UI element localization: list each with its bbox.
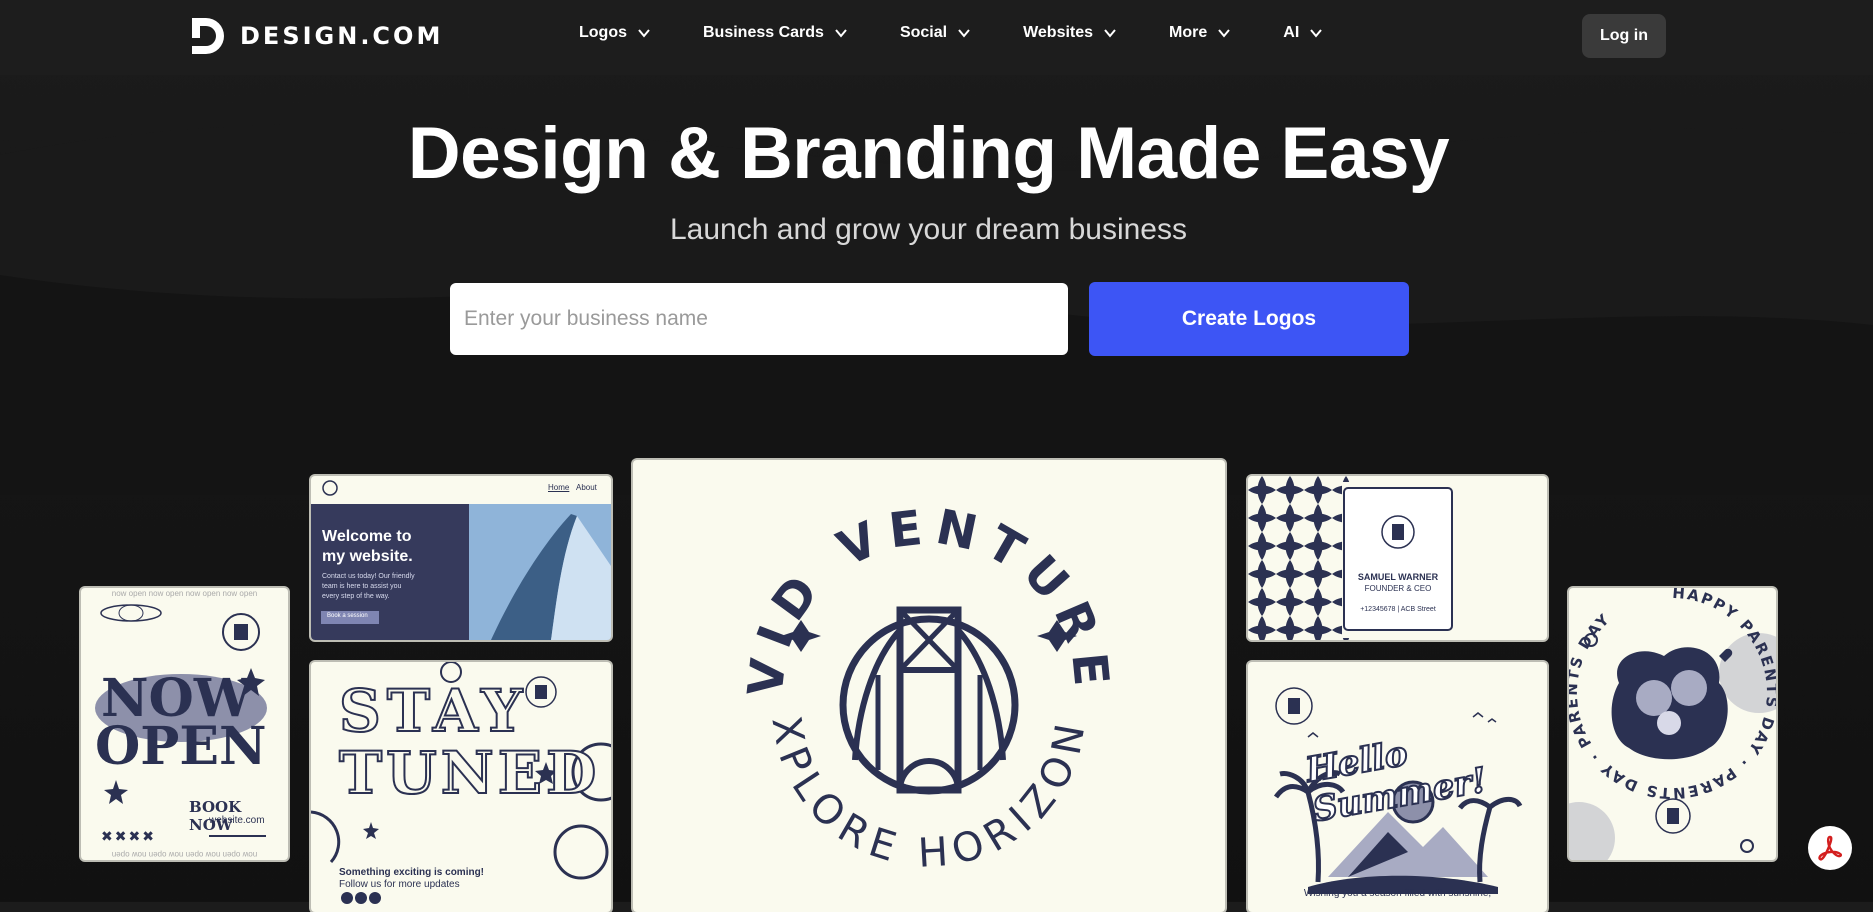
nav-item-social[interactable]: Social (900, 24, 971, 42)
nav-item-label: More (1169, 24, 1208, 41)
brand-logo[interactable]: DESIGN.COM (190, 14, 443, 58)
stay-tuned-line-1: Something exciting is coming! (339, 867, 485, 878)
chevron-down-icon (1218, 29, 1231, 38)
nav-item-ai[interactable]: AI (1283, 24, 1323, 42)
nav-item-business-cards[interactable]: Business Cards (703, 24, 848, 42)
parents-day-artwork: HAPPY PARENTS DAY · PARENTS DAY · PARENT… (1569, 588, 1776, 860)
now-open-headline-2: OPEN (95, 716, 267, 777)
border-text-bottom: now open now open now open now open (111, 850, 258, 859)
chevron-down-icon (835, 29, 847, 38)
tuned-word: TUNED (338, 739, 601, 807)
hero-subtitle: Launch and grow your dream business (670, 213, 1187, 246)
chevron-down-icon (1104, 29, 1116, 38)
main-menu: Logos Business Cards Social Websites Mor… (579, 24, 1323, 42)
website-nav-home: Home (548, 483, 570, 492)
nav-item-label: Business Cards (703, 24, 824, 41)
website-body-2: team is here to assist you (322, 583, 402, 590)
create-logos-button[interactable]: Create Logos (1089, 282, 1409, 356)
website-cta: Book a session (327, 613, 368, 619)
template-card-now-open[interactable]: now open now open now open now open now … (81, 588, 288, 860)
chevron-down-icon (638, 29, 650, 38)
template-card-stay-tuned[interactable]: STAY TUNED Something exciting is coming!… (311, 662, 611, 912)
hello-summer-footer: Wishing you a season filled with sunshin… (1303, 888, 1492, 899)
top-navigation-bar: DESIGN.COM Logos Business Cards Social W… (0, 0, 1873, 75)
website-body-3: every step of the way. (322, 593, 390, 600)
chevron-down-icon (1310, 29, 1323, 38)
website-text: website.com (209, 815, 265, 826)
template-card-parents-day[interactable]: HAPPY PARENTS DAY · PARENTS DAY · PARENT… (1569, 588, 1776, 860)
card-contact: +12345678 | ACB Street (1360, 606, 1436, 613)
avid-ventures-logo: AVID VENTURES EXPLORE HORIZONS (633, 460, 1110, 877)
template-card-website[interactable]: Home About Welcome to my website. Contac… (311, 476, 611, 640)
nav-item-label: AI (1283, 24, 1300, 41)
card-role: FOUNDER & CEO (1364, 584, 1432, 593)
template-card-business-card[interactable]: SAMUEL WARNER FOUNDER & CEO +12345678 | … (1248, 476, 1547, 640)
brand-name: DESIGN.COM (240, 22, 444, 50)
nav-item-label: Social (899, 24, 948, 41)
website-nav-about: About (576, 483, 597, 492)
hero-title: Design & Branding Made Easy (407, 113, 1450, 194)
login-button[interactable]: Log in (1582, 14, 1666, 58)
nav-item-websites[interactable]: Websites (1023, 24, 1117, 42)
chevron-down-icon (958, 29, 970, 38)
design-logo-icon (192, 18, 224, 54)
template-card-avid-ventures[interactable]: AVID VENTURES EXPLORE HORIZONS (633, 460, 1225, 912)
nav-item-logos[interactable]: Logos (579, 24, 651, 42)
website-heading-1: Welcome to (322, 528, 412, 545)
stay-tuned-line-2: Follow us for more updates (339, 879, 460, 890)
nav-item-more[interactable]: More (1169, 24, 1231, 42)
website-body-1: Contact us today! Our friendly (322, 573, 415, 580)
border-text: now open now open now open now open (111, 589, 258, 598)
card-name: SAMUEL WARNER (1357, 572, 1439, 582)
website-heading-2: my website. (322, 548, 413, 565)
nav-item-label: Logos (579, 24, 627, 41)
pdf-icon (1818, 835, 1843, 861)
nav-item-label: Websites (1023, 24, 1094, 41)
pdf-button[interactable] (1808, 826, 1852, 870)
template-card-hello-summer[interactable]: Hello Summer! Wishing you a season fille… (1248, 662, 1547, 912)
business-name-input[interactable] (450, 283, 1068, 355)
stay-word: STAY (338, 677, 529, 745)
cross-marks: ✖✖✖✖ (101, 828, 156, 844)
pattern-artwork (1248, 476, 1542, 640)
